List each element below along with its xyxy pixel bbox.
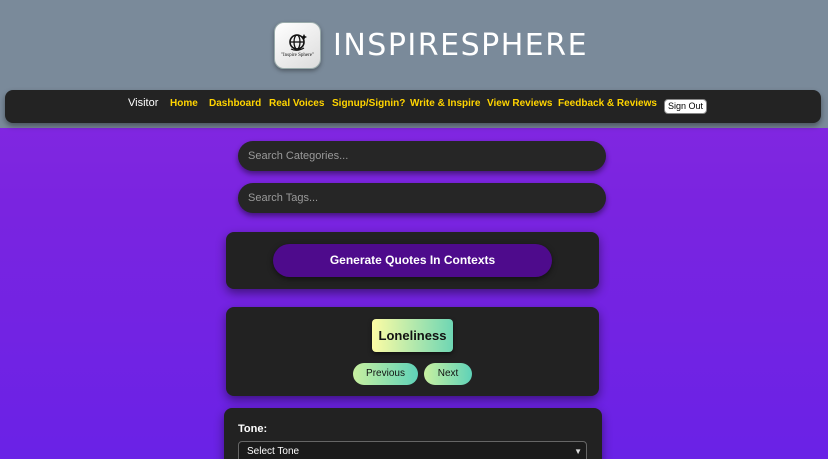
nav-signup-signin[interactable]: Signup/Signin? <box>332 98 405 109</box>
search-tags-placeholder: Search Tags... <box>248 192 319 204</box>
next-button[interactable]: Next <box>424 363 472 385</box>
search-categories-input[interactable]: Search Categories... <box>238 141 606 171</box>
nav-home[interactable]: Home <box>170 98 198 109</box>
nav-write-inspire[interactable]: Write & Inspire <box>410 98 480 109</box>
nav-view-reviews[interactable]: View Reviews <box>487 98 552 109</box>
nav-visitor: Visitor <box>128 97 159 109</box>
tone-select[interactable]: Select Tone ▼ <box>238 441 587 459</box>
context-panel: Loneliness Previous Next <box>226 307 599 396</box>
nav-dashboard[interactable]: Dashboard <box>209 98 261 109</box>
tone-select-value: Select Tone <box>247 446 300 457</box>
previous-button[interactable]: Previous <box>353 363 418 385</box>
tone-panel: Tone: Select Tone ▼ <box>224 408 602 459</box>
generate-panel: Generate Quotes In Contexts <box>226 232 599 289</box>
logo: "Inspire Sphere" <box>274 21 321 69</box>
chevron-down-icon: ▼ <box>574 447 582 456</box>
sign-out-button[interactable]: Sign Out <box>664 99 708 114</box>
context-topic: Loneliness <box>372 319 453 352</box>
nav-real-voices[interactable]: Real Voices <box>269 98 324 109</box>
generate-quotes-button[interactable]: Generate Quotes In Contexts <box>273 244 552 277</box>
logo-text: "Inspire Sphere" <box>280 53 315 58</box>
brand-name: INSPIRESPHERE <box>333 27 589 63</box>
search-tags-input[interactable]: Search Tags... <box>238 183 606 213</box>
globe-icon <box>288 34 307 51</box>
search-categories-placeholder: Search Categories... <box>248 150 349 162</box>
navbar: Visitor Home Dashboard Real Voices Signu… <box>5 90 821 123</box>
tone-label: Tone: <box>238 423 268 435</box>
brand[interactable]: "Inspire Sphere" INSPIRESPHERE <box>274 20 588 70</box>
nav-feedback-reviews[interactable]: Feedback & Reviews <box>558 98 657 109</box>
